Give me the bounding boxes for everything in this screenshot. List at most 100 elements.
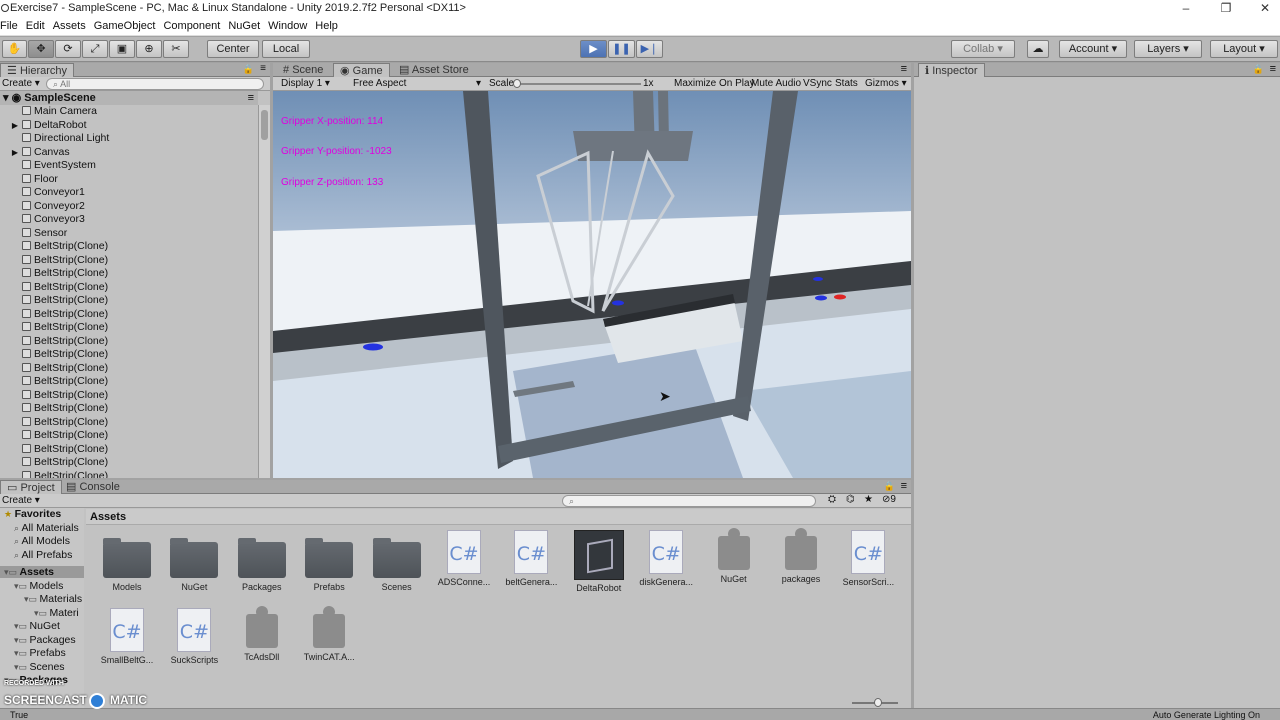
close-button[interactable]: ✕ <box>1245 0 1280 18</box>
transform-tool-button[interactable]: ⊕ <box>136 40 162 58</box>
project-tree-item[interactable]: ▾▭ Packages <box>14 634 76 646</box>
expand-arrow-icon[interactable]: ▶ <box>0 119 18 132</box>
project-tree-item[interactable]: ▾▭ Assets <box>0 566 84 578</box>
project-tree-item[interactable]: ▾▭ Prefabs <box>14 647 66 659</box>
minimize-button[interactable]: – <box>1166 0 1206 18</box>
asset-item[interactable]: C# beltGenera... <box>498 530 564 587</box>
hierarchy-item[interactable]: Sensor <box>0 227 67 241</box>
project-tree-item[interactable]: ⌕ All Materials <box>14 522 79 534</box>
project-tree-item[interactable]: ▾▭ Materials <box>24 593 82 605</box>
custom-tool-button[interactable]: ✂ <box>163 40 189 58</box>
project-create-button[interactable]: Create ▾ <box>2 495 40 506</box>
menu-edit[interactable]: Edit <box>22 18 49 34</box>
project-tree-item[interactable]: ▾▭ Models <box>14 580 63 592</box>
hierarchy-item[interactable]: BeltStrip(Clone) <box>0 348 108 362</box>
tab-asset-store[interactable]: ▤ Asset Store <box>393 63 475 77</box>
tab-scene[interactable]: # Scene <box>277 63 329 77</box>
tab-console[interactable]: ▤ Console <box>60 480 126 494</box>
breadcrumb-assets[interactable]: Assets <box>90 511 126 523</box>
asset-item[interactable]: TcAdsDll <box>229 606 295 662</box>
hidden-packages-icon[interactable]: ⊘9 <box>882 494 896 505</box>
size-slider-thumb[interactable] <box>874 698 882 707</box>
maximize-on-play-toggle[interactable]: Maximize On Play <box>674 78 755 89</box>
display-dropdown[interactable]: Display 1 ▾ <box>281 78 347 89</box>
hierarchy-create-button[interactable]: Create ▾ <box>2 78 40 89</box>
scene-menu-icon[interactable]: ≡ <box>248 91 254 105</box>
asset-item[interactable]: DeltaRobot <box>566 530 632 593</box>
rect-tool-button[interactable]: ▣ <box>109 40 135 58</box>
hierarchy-item[interactable]: Directional Light <box>0 132 109 146</box>
hierarchy-item[interactable]: Conveyor1 <box>0 186 85 200</box>
hierarchy-item[interactable]: ▶ Canvas <box>0 146 70 160</box>
hierarchy-item[interactable]: Conveyor3 <box>0 213 85 227</box>
asset-item[interactable]: C# ADSConne... <box>431 530 497 587</box>
hierarchy-item[interactable]: Conveyor2 <box>0 200 85 214</box>
hand-tool-button[interactable]: ✋ <box>2 40 27 58</box>
stats-toggle[interactable]: Stats <box>835 78 858 89</box>
pivot-center-button[interactable]: Center <box>207 40 259 58</box>
tab-game[interactable]: ◉ Game <box>333 63 390 77</box>
view-menu-icon[interactable]: ≡ <box>901 63 907 75</box>
hierarchy-item[interactable]: BeltStrip(Clone) <box>0 470 108 478</box>
expand-arrow-icon[interactable]: ▾ <box>3 92 9 104</box>
step-button[interactable]: ▶❘ <box>636 40 663 58</box>
project-tree-item[interactable]: ★ Favorites <box>4 508 61 520</box>
hierarchy-item[interactable]: BeltStrip(Clone) <box>0 294 108 308</box>
hierarchy-item[interactable]: BeltStrip(Clone) <box>0 443 108 457</box>
project-menu-icon[interactable]: ≡ <box>901 480 907 492</box>
menu-component[interactable]: Component <box>159 18 224 34</box>
expand-arrow-icon[interactable]: ▶ <box>0 146 18 159</box>
rotate-tool-button[interactable]: ⟳ <box>55 40 81 58</box>
pivot-local-button[interactable]: Local <box>262 40 310 58</box>
menu-window[interactable]: Window <box>264 18 311 34</box>
asset-size-slider[interactable] <box>852 698 898 707</box>
scale-tool-button[interactable]: ⤢ <box>82 40 108 58</box>
tab-project[interactable]: ▭ Project <box>0 480 62 494</box>
aspect-dropdown[interactable]: Free Aspect ▾ <box>353 78 481 89</box>
asset-item[interactable]: TwinCAT.A... <box>296 606 362 662</box>
hierarchy-item[interactable]: BeltStrip(Clone) <box>0 335 108 349</box>
project-lock-icon[interactable]: 🔒 <box>884 481 895 492</box>
scale-slider-thumb[interactable] <box>513 79 521 88</box>
hierarchy-item[interactable]: ▶ DeltaRobot <box>0 119 87 133</box>
hierarchy-item[interactable]: BeltStrip(Clone) <box>0 402 108 416</box>
asset-item[interactable]: Prefabs <box>296 530 362 592</box>
hierarchy-item[interactable]: Floor <box>0 173 58 187</box>
hierarchy-item[interactable]: BeltStrip(Clone) <box>0 267 108 281</box>
hierarchy-search[interactable]: ⌕ All <box>46 78 264 90</box>
hierarchy-item[interactable]: BeltStrip(Clone) <box>0 456 108 470</box>
menu-help[interactable]: Help <box>311 18 342 34</box>
asset-item[interactable]: C# SuckScripts <box>161 608 227 665</box>
search-by-type-icon[interactable]: ⛭ <box>828 494 836 505</box>
asset-item[interactable]: Packages <box>229 530 295 592</box>
asset-item[interactable]: NuGet <box>701 528 767 584</box>
gizmos-dropdown[interactable]: Gizmos ▾ <box>865 78 907 89</box>
asset-item[interactable]: C# diskGenera... <box>633 530 699 587</box>
hierarchy-item[interactable]: BeltStrip(Clone) <box>0 240 108 254</box>
asset-item[interactable]: Scenes <box>364 530 430 592</box>
project-tree-item[interactable]: ▾▭ Scenes <box>14 661 65 673</box>
hierarchy-item[interactable]: BeltStrip(Clone) <box>0 389 108 403</box>
asset-item[interactable]: Models <box>94 530 160 592</box>
tab-hierarchy[interactable]: ☰ Hierarchy <box>0 63 75 77</box>
scale-slider-track[interactable] <box>517 83 641 85</box>
inspector-menu-icon[interactable]: ≡ <box>1270 63 1276 75</box>
lock-icon[interactable]: 🔒 <box>243 64 254 75</box>
play-button[interactable]: ▶ <box>580 40 607 58</box>
hierarchy-item[interactable]: BeltStrip(Clone) <box>0 254 108 268</box>
hierarchy-item[interactable]: BeltStrip(Clone) <box>0 308 108 322</box>
menu-assets[interactable]: Assets <box>49 18 90 34</box>
hierarchy-scrollbar[interactable] <box>258 105 270 478</box>
asset-item[interactable]: packages <box>768 528 834 584</box>
hierarchy-item[interactable]: BeltStrip(Clone) <box>0 321 108 335</box>
scrollbar-thumb[interactable] <box>261 110 268 140</box>
game-viewport[interactable]: Gripper X-position: 114 Gripper Y-positi… <box>273 91 911 478</box>
layout-button[interactable]: Layout ▾ <box>1210 40 1278 58</box>
maximize-button[interactable]: ❐ <box>1206 0 1246 18</box>
menu-nuget[interactable]: NuGet <box>224 18 264 34</box>
mute-audio-toggle[interactable]: Mute Audio <box>751 78 801 89</box>
panel-menu-icon[interactable]: ≡ <box>260 63 266 74</box>
inspector-lock-icon[interactable]: 🔒 <box>1253 64 1264 75</box>
hierarchy-item[interactable]: BeltStrip(Clone) <box>0 375 108 389</box>
tab-inspector[interactable]: ℹ Inspector <box>918 63 985 77</box>
